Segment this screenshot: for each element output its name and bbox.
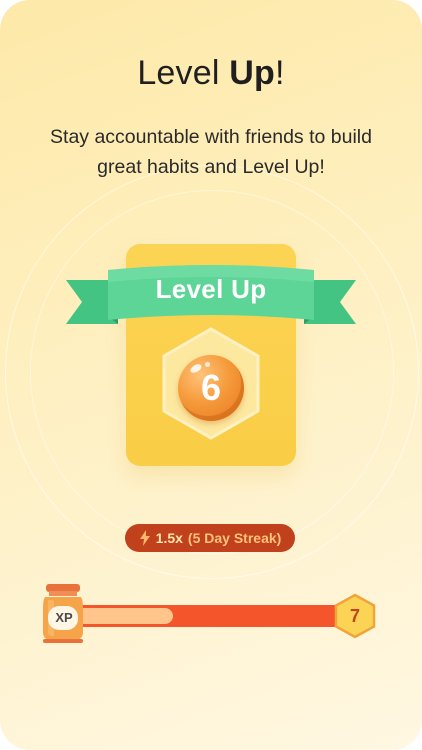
streak-badge: 1.5x (5 Day Streak) <box>125 524 295 552</box>
streak-days: (5 Day Streak) <box>187 530 282 546</box>
level-coin: 6 <box>178 355 244 421</box>
title-bold: Up <box>229 54 275 92</box>
xp-label: XP <box>55 610 73 625</box>
title-suffix: ! <box>275 54 285 92</box>
level-number: 6 <box>200 367 222 408</box>
page-subtitle: Stay accountable with friends to build g… <box>50 126 372 178</box>
streak-multiplier: 1.5x <box>155 530 183 546</box>
title-regular: Level <box>137 54 230 92</box>
ribbon-label: Level Up <box>155 274 267 304</box>
level-up-screen: Level Up! Stay accountable with friends … <box>0 0 422 750</box>
next-level-number: 7 <box>349 606 360 626</box>
lightning-bolt-icon <box>139 530 150 546</box>
page-title: Level Up! <box>0 54 422 93</box>
xp-progress-bar <box>68 605 353 627</box>
